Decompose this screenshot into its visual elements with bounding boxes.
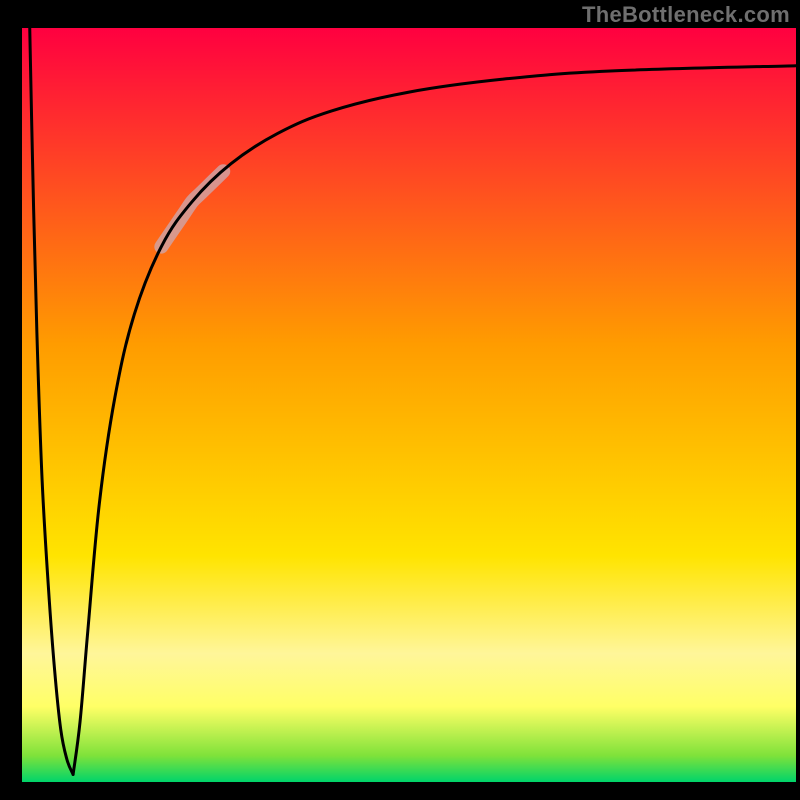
- chart-frame: TheBottleneck.com: [0, 0, 800, 800]
- chart-svg: [0, 0, 800, 800]
- plot-area: [22, 28, 796, 782]
- watermark-text: TheBottleneck.com: [582, 2, 790, 28]
